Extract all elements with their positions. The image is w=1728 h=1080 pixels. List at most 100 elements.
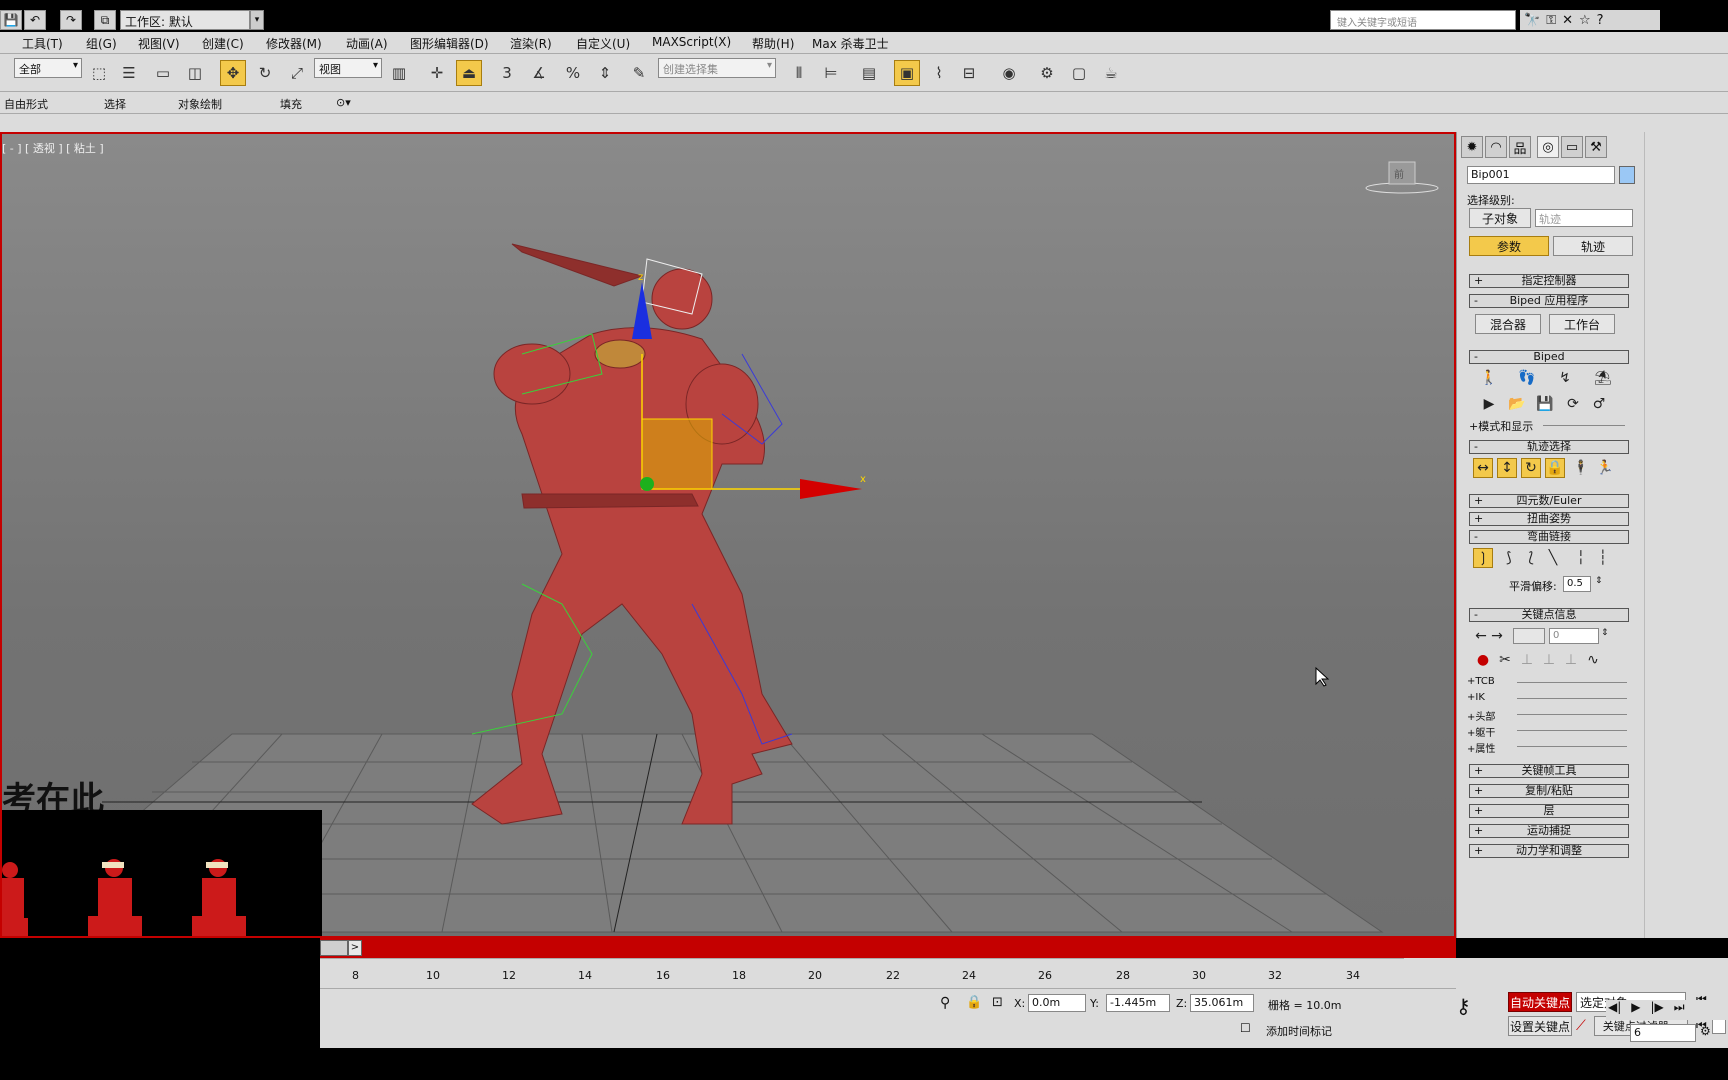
schematic-view-icon[interactable]: ⊟ <box>956 60 982 86</box>
next-key-icon[interactable]: → <box>1487 626 1507 646</box>
key-time-input[interactable]: 0 <box>1549 628 1599 644</box>
render-setup-icon[interactable]: ⚙ <box>1034 60 1060 86</box>
utilities-tab-icon[interactable]: ⚒ <box>1585 136 1607 158</box>
rollout-quaternion[interactable]: + 四元数/Euler <box>1469 494 1629 508</box>
object-color-swatch[interactable] <box>1619 166 1635 184</box>
menu-tools[interactable]: 工具(T) <box>22 35 63 52</box>
footstep-mode-icon[interactable]: 👣 <box>1517 368 1537 388</box>
rect-selection-icon[interactable]: ▭ <box>150 60 176 86</box>
key-curve-icon[interactable]: ⟋ <box>1576 1018 1586 1034</box>
star-icon[interactable]: ☆ <box>1579 13 1591 28</box>
search-input[interactable]: 键入关键字或短语 <box>1330 10 1516 30</box>
prev-frame-icon[interactable]: ◀| <box>1608 1000 1621 1020</box>
workbench-button[interactable]: 工作台 <box>1549 314 1615 334</box>
subscription-icon[interactable]: ✕ <box>1562 13 1573 28</box>
time-slider-track[interactable]: > <box>320 938 1456 958</box>
ribbon-tab-selection[interactable]: 选择 <box>104 96 126 112</box>
undo-icon[interactable]: ↶ <box>24 10 46 30</box>
menu-group[interactable]: 组(G) <box>86 35 117 52</box>
viewcube[interactable]: 前 <box>1365 161 1439 194</box>
time-config-icon[interactable]: ⚙ <box>1700 1024 1711 1038</box>
rollout-dynamics[interactable]: + 动力学和调整 <box>1469 844 1629 858</box>
symmetrical-icon[interactable]: 🕴 <box>1571 458 1591 478</box>
mirror-icon[interactable]: ⫴ <box>786 60 812 86</box>
rollout-biped-apps[interactable]: - Biped 应用程序 <box>1469 294 1629 308</box>
hierarchy-tab-icon[interactable]: 品 <box>1509 136 1531 158</box>
selection-lock-icon[interactable]: 🔒 <box>966 995 982 1010</box>
opposite-icon[interactable]: 🏃 <box>1595 458 1615 478</box>
delete-key-icon[interactable]: ✂ <box>1495 650 1515 670</box>
motion-tab-icon[interactable]: ◎ <box>1537 136 1559 158</box>
scale-icon[interactable]: ⤢ <box>284 60 310 86</box>
modify-tab-icon[interactable]: ◠ <box>1485 136 1507 158</box>
zero-twist-icon[interactable]: ╎ <box>1571 548 1591 568</box>
command-panel-scroll-area[interactable] <box>1644 132 1728 938</box>
z-coord-input[interactable]: 35.061m <box>1190 994 1254 1012</box>
curve-editor-icon[interactable]: ⌇ <box>926 60 952 86</box>
mixer-button[interactable]: 混合器 <box>1475 314 1541 334</box>
key-sub-head[interactable]: +头部 <box>1467 708 1495 723</box>
rollout-keyframe-tools[interactable]: + 关键帧工具 <box>1469 764 1629 778</box>
selection-filter-dropdown[interactable]: 全部 <box>14 58 82 78</box>
track-dropdown[interactable]: 轨迹 <box>1535 209 1633 227</box>
percent-snap-icon[interactable]: % <box>560 60 586 86</box>
help-icon[interactable]: ? <box>1597 13 1604 28</box>
convert-icon[interactable]: ⟳ <box>1563 394 1583 414</box>
set-free-key-icon[interactable]: ⊥ <box>1561 650 1581 670</box>
key-sub-ik[interactable]: +IK <box>1467 692 1485 703</box>
named-selection-dropdown[interactable]: 创建选择集 <box>658 58 776 78</box>
select-manipulate-icon[interactable]: ✛ <box>424 60 450 86</box>
object-name-field[interactable]: Bip001 <box>1467 166 1615 184</box>
menu-antivirus[interactable]: Max 杀毒卫士 <box>812 35 889 52</box>
perspective-viewport[interactable]: [ - ] [ 透视 ] [ 粘土 ] 前 x z 考在此 <box>0 132 1456 938</box>
zero-all-icon[interactable]: ┆ <box>1593 548 1613 568</box>
rollout-assign-controller[interactable]: + 指定控制器 <box>1469 274 1629 288</box>
menu-maxscript[interactable]: MAXScript(X) <box>652 35 731 49</box>
track-bar[interactable]: 8 10 12 14 16 18 20 22 24 26 28 30 32 34 <box>320 958 1404 988</box>
workspace-selector[interactable]: 工作区: 默认 <box>120 10 250 30</box>
redo-icon[interactable]: ↷ <box>60 10 82 30</box>
rollout-twist-pose[interactable]: + 扭曲姿势 <box>1469 512 1629 526</box>
twist-links-mode-icon[interactable]: ⟆ <box>1499 548 1519 568</box>
body-vertical-icon[interactable]: ↕ <box>1497 458 1517 478</box>
motion-flow-icon[interactable]: ↯ <box>1555 368 1575 388</box>
key-number-field[interactable] <box>1513 628 1545 644</box>
hold-icon[interactable]: ⧉ <box>94 10 116 30</box>
key-sub-tcb[interactable]: +TCB <box>1467 676 1495 687</box>
x-coord-input[interactable]: 0.0m <box>1028 994 1086 1012</box>
isolate-icon[interactable]: ⚲ <box>940 995 950 1011</box>
scene-explorer-icon[interactable]: ▣ <box>894 60 920 86</box>
key-icon[interactable]: ⚿ <box>1546 13 1556 28</box>
menu-views[interactable]: 视图(V) <box>138 35 180 52</box>
time-slider-thumb[interactable] <box>320 940 348 956</box>
figure-mode-icon[interactable]: 🚶 <box>1479 368 1499 388</box>
rollout-motion-capture[interactable]: + 运动捕捉 <box>1469 824 1629 838</box>
lock-com-icon[interactable]: 🔒 <box>1545 458 1565 478</box>
set-key-button[interactable]: 设置关键点 <box>1508 1016 1572 1036</box>
snaps-toggle-icon[interactable]: 3 <box>494 60 520 86</box>
frame-number-input[interactable]: 6 <box>1630 1024 1696 1042</box>
play-icon[interactable]: ▶ <box>1631 1000 1640 1020</box>
rollout-copy-paste[interactable]: + 复制/粘贴 <box>1469 784 1629 798</box>
rollout-key-info[interactable]: - 关键点信息 <box>1469 608 1629 622</box>
edit-named-selection-icon[interactable]: ✎ <box>626 60 652 86</box>
rotate-icon[interactable]: ↻ <box>252 60 278 86</box>
add-time-tag[interactable]: 添加时间标记 <box>1266 1023 1332 1039</box>
set-planted-key-icon[interactable]: ⊥ <box>1517 650 1537 670</box>
body-horizontal-icon[interactable]: ↔ <box>1473 458 1493 478</box>
spinner-snap-icon[interactable]: ⇕ <box>592 60 618 86</box>
time-tag-checkbox[interactable]: ☐ <box>1240 1021 1251 1035</box>
ribbon-tab-populate[interactable]: 填充 <box>280 96 302 112</box>
params-tab-button[interactable]: 参数 <box>1469 236 1549 256</box>
goto-end-icon[interactable]: ⏭ <box>1674 1000 1685 1020</box>
twist-individual-icon[interactable]: ⟅ <box>1521 548 1541 568</box>
set-key-mode-icon[interactable]: ⚷ <box>1456 994 1471 1018</box>
auto-key-button[interactable]: 自动关键点 <box>1508 992 1572 1012</box>
select-object-icon[interactable]: ⬚ <box>86 60 112 86</box>
select-by-name-icon[interactable]: ☰ <box>116 60 142 86</box>
move-icon[interactable]: ✥ <box>220 60 246 86</box>
trajectories-icon[interactable]: ∿ <box>1583 650 1603 670</box>
body-rotation-icon[interactable]: ↻ <box>1521 458 1541 478</box>
rollout-layers[interactable]: + 层 <box>1469 804 1629 818</box>
next-frame-icon[interactable]: |▶ <box>1651 1000 1664 1020</box>
